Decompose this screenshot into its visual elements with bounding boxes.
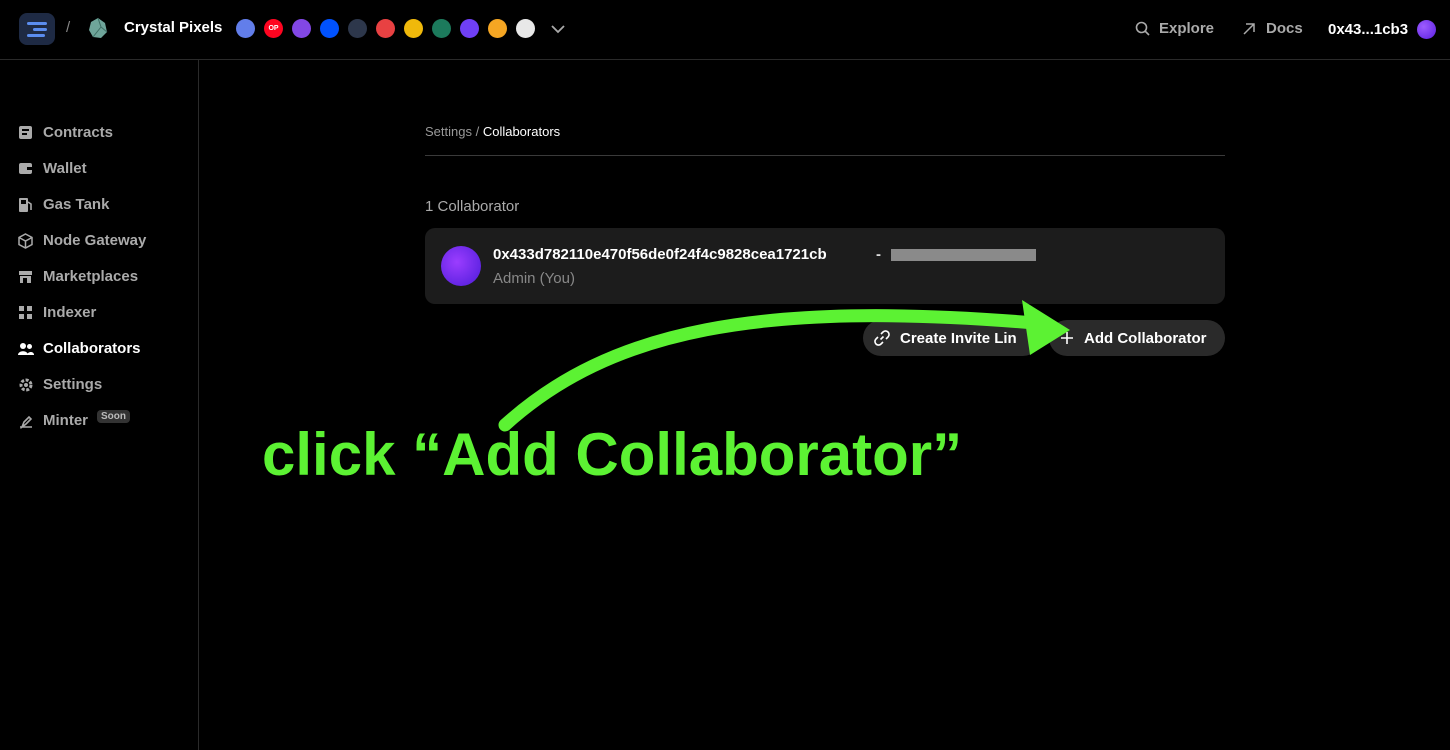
annotation-text: click “Add Collaborator” [262,421,963,488]
annotation-arrow [498,300,1070,432]
